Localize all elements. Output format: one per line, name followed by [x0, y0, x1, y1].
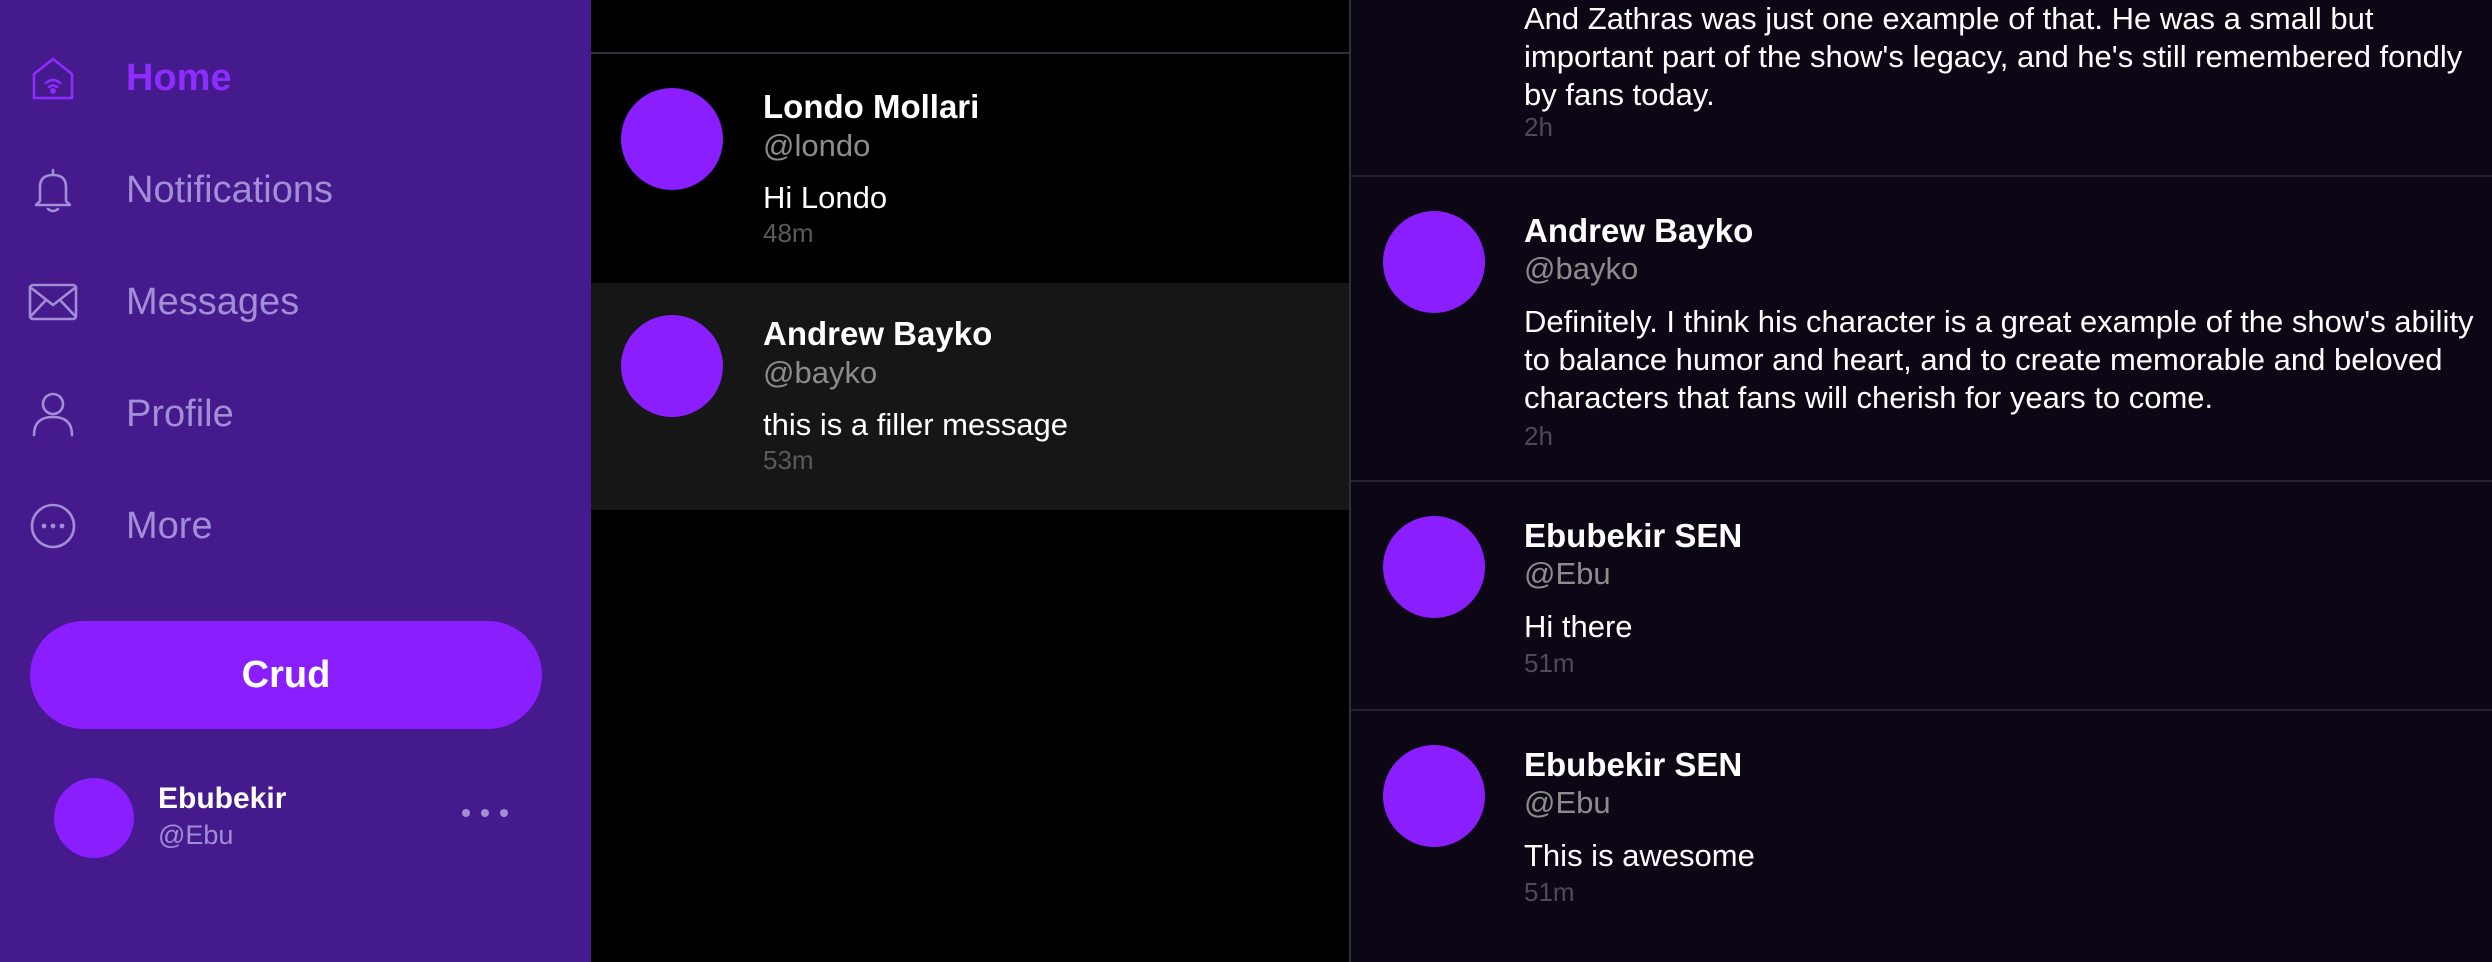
avatar: [1383, 516, 1485, 618]
home-icon: [27, 52, 79, 104]
message-item: Ebubekir SEN @Ebu Hi there 51m: [1351, 482, 2492, 711]
more-circle-icon: [27, 500, 79, 552]
account-switcher[interactable]: Ebubekir @Ebu: [0, 768, 591, 868]
message-text: Definitely. I think his character is a g…: [1524, 304, 2474, 415]
message-handle: @Ebu: [1524, 785, 1611, 820]
message-text: This is awesome: [1524, 838, 1755, 873]
message-time: 51m: [1524, 648, 1575, 678]
message-time: 51m: [1524, 877, 1575, 907]
message-author: Ebubekir SEN: [1524, 746, 1743, 783]
message-item: Ebubekir SEN @Ebu This is awesome 51m: [1351, 711, 2492, 962]
message-thread: And Zathras was just one example of that…: [1349, 0, 2492, 962]
nav-item-home[interactable]: Home: [0, 38, 591, 118]
avatar: [1383, 745, 1485, 847]
avatar: [621, 88, 723, 190]
nav-item-notifications[interactable]: Notifications: [0, 150, 591, 230]
conversation-list-header: [591, 0, 1349, 54]
crud-button[interactable]: Crud: [30, 621, 542, 729]
nav-label-messages: Messages: [126, 280, 300, 323]
conversation-list: Londo Mollari @londo Hi Londo 48m Andrew…: [591, 0, 1349, 962]
avatar: [621, 315, 723, 417]
message-text: And Zathras was just one example of that…: [1524, 1, 2463, 112]
message-time: 2h: [1524, 112, 1553, 142]
conversation-preview: Hi Londo: [763, 180, 888, 215]
conversation-preview: this is a filler message: [763, 407, 1068, 442]
message-handle: @Ebu: [1524, 556, 1611, 591]
bell-icon: [27, 164, 79, 216]
conversation-item-selected[interactable]: Andrew Bayko @bayko this is a filler mes…: [591, 283, 1349, 510]
nav-item-more[interactable]: More: [0, 486, 591, 566]
nav-label-notifications: Notifications: [126, 168, 333, 211]
conversation-time: 53m: [763, 445, 814, 475]
envelope-icon: [27, 276, 79, 328]
avatar: [54, 778, 134, 858]
conversation-handle: @londo: [763, 128, 871, 163]
conversation-name: Andrew Bayko: [763, 315, 993, 352]
sidebar: Home Notifications Messages Profile More…: [0, 0, 591, 962]
conversation-item[interactable]: Londo Mollari @londo Hi Londo 48m: [591, 56, 1349, 283]
nav-label-home: Home: [126, 56, 232, 99]
conversation-name: Londo Mollari: [763, 88, 980, 125]
nav-item-messages[interactable]: Messages: [0, 262, 591, 342]
avatar: [1383, 211, 1485, 313]
nav-item-profile[interactable]: Profile: [0, 374, 591, 454]
nav-label-profile: Profile: [126, 392, 234, 435]
message-item: Andrew Bayko @bayko Definitely. I think …: [1351, 177, 2492, 482]
message-author: Ebubekir SEN: [1524, 517, 1743, 554]
nav-label-more: More: [126, 504, 213, 547]
message-author: Andrew Bayko: [1524, 212, 1754, 249]
account-name: Ebubekir: [158, 782, 287, 815]
account-handle: @Ebu: [158, 820, 234, 850]
ellipsis-icon[interactable]: [462, 798, 508, 828]
message-text: Hi there: [1524, 609, 1633, 644]
message-time: 2h: [1524, 421, 1553, 451]
message-handle: @bayko: [1524, 251, 1639, 286]
message-item: And Zathras was just one example of that…: [1351, 0, 2492, 177]
person-icon: [27, 388, 79, 440]
conversation-time: 48m: [763, 218, 814, 248]
conversation-handle: @bayko: [763, 355, 878, 390]
